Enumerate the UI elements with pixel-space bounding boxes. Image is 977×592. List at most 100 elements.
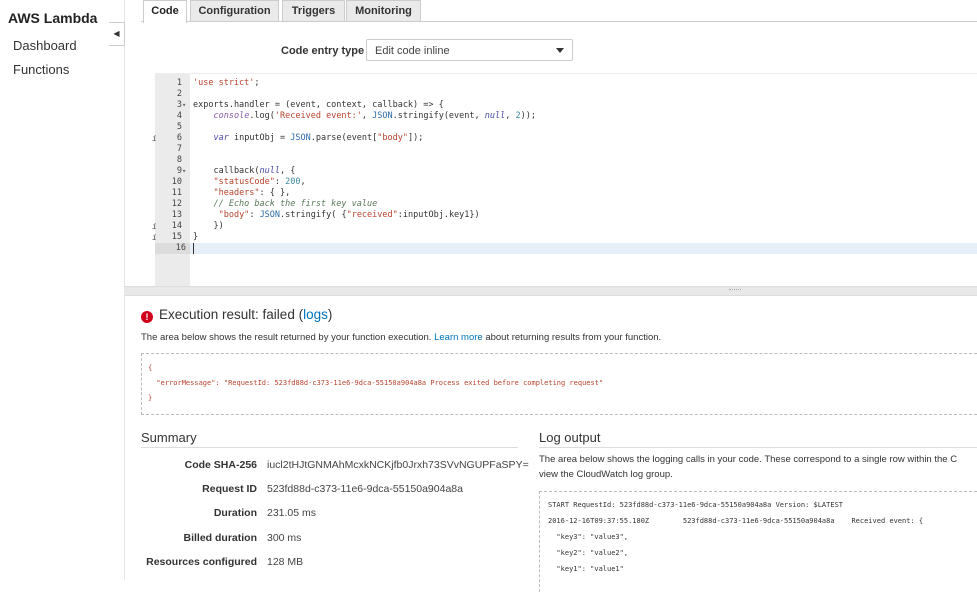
code-line: 2 xyxy=(155,89,977,100)
execution-results: ! Execution result: failed (logs) The are… xyxy=(141,298,977,592)
line-number: 2 xyxy=(176,89,182,99)
summary-value: 523fd88d-c373-11e6-9dca-55150a904a8a xyxy=(267,483,463,495)
code-line: 6 i var inputObj = JSON.parse(event["body… xyxy=(152,133,977,144)
brand-title: AWS Lambda xyxy=(8,10,98,26)
tab-monitoring[interactable]: Monitoring xyxy=(346,0,421,21)
code-line: 13 "body": JSON.stringify( {"received":i… xyxy=(155,210,977,221)
code-text: exports.handler = (event, context, callb… xyxy=(193,100,444,110)
line-number: 7 xyxy=(176,144,182,154)
code-line: 7 xyxy=(155,144,977,155)
chevron-down-icon xyxy=(556,48,564,53)
code-text: }) xyxy=(193,221,224,231)
fold-toggle-icon[interactable]: ▾ xyxy=(182,166,186,177)
line-number: 11 xyxy=(171,188,182,198)
code-text: } xyxy=(193,232,199,242)
line-number: 16 xyxy=(155,243,190,254)
code-text: "body": JSON.stringify( {"received":inpu… xyxy=(218,210,480,220)
text-cursor xyxy=(193,243,194,254)
execution-description: The area below shows the result returned… xyxy=(141,332,661,343)
code-editor[interactable]: 1'use strict'; 2 3 ▾ exports.handler = (even… xyxy=(152,73,977,287)
code-entry-type-select[interactable]: Edit code inline xyxy=(366,39,573,61)
code-text: 'use strict'; xyxy=(193,78,260,88)
info-icon[interactable]: i xyxy=(152,232,157,243)
log-line: "key1": "value1" xyxy=(548,565,624,573)
line-number: 13 xyxy=(171,210,182,220)
summary-key: Resources configured xyxy=(146,556,257,568)
code-text: callback(null, { xyxy=(193,166,296,176)
execution-result-text: Execution result: failed ( xyxy=(159,307,304,322)
panel-splitter[interactable] xyxy=(124,286,977,296)
result-line: "errorMessage": "RequestId: 523fd88d-c37… xyxy=(148,379,604,387)
log-line: "key3": "value3", xyxy=(548,533,629,541)
sidebar-item-dashboard[interactable]: Dashboard xyxy=(13,38,77,53)
code-line: 1 'use strict'; xyxy=(155,78,977,89)
line-number: 5 xyxy=(176,122,182,132)
execution-desc-text-end: about returning results from your functi… xyxy=(482,332,662,343)
summary-divider xyxy=(141,447,518,448)
result-line: { xyxy=(148,364,153,372)
line-number: 9 xyxy=(176,166,182,176)
summary-key: Request ID xyxy=(202,483,257,495)
code-text: "headers": { }, xyxy=(213,188,291,198)
log-line: "key2": "value2", xyxy=(548,549,629,557)
summary-key: Code SHA-256 xyxy=(184,459,257,471)
logs-link[interactable]: logs xyxy=(303,307,328,322)
line-number: 15 xyxy=(171,232,182,242)
code-line: 12 // Echo back the first key value xyxy=(155,199,977,210)
code-text: "statusCode": 200, xyxy=(213,177,306,187)
code-entry-type-value: Edit code inline xyxy=(375,45,450,57)
log-line: START RequestId: 523fd88d-c373-11e6-9dca… xyxy=(548,501,844,509)
execution-desc-text: The area below shows the result returned… xyxy=(141,332,435,343)
line-number: 14 xyxy=(171,221,182,231)
result-line: } xyxy=(148,394,153,402)
fold-toggle-icon[interactable]: ▾ xyxy=(182,100,186,111)
code-line: 16 xyxy=(155,243,977,254)
log-output-description: The area below shows the logging calls i… xyxy=(539,452,977,482)
summary-value: 300 ms xyxy=(267,532,302,544)
code-line: 3 ▾ exports.handler = (event, context, cal… xyxy=(155,100,977,111)
execution-result-title: ! Execution result: failed (logs) xyxy=(141,307,332,323)
code-line: 4 console.log('Received event:', JSON.st… xyxy=(155,111,977,122)
execution-result-paren: ) xyxy=(327,307,333,322)
code-line: 10 "statusCode": 200, xyxy=(155,177,977,188)
code-text: // Echo back the first key value xyxy=(193,199,378,209)
code-text: console.log('Received event:', JSON.stri… xyxy=(213,111,536,121)
execution-result-output: { "errorMessage": "RequestId: 523fd88d-c… xyxy=(141,353,977,415)
info-icon[interactable]: i xyxy=(152,221,157,232)
summary-title: Summary xyxy=(141,430,197,445)
summary-key: Duration xyxy=(213,507,257,519)
summary-key: Billed duration xyxy=(183,532,258,544)
code-line: 11 "headers": { }, xyxy=(155,188,977,199)
collapse-sidebar-icon[interactable]: ◀ xyxy=(109,22,125,46)
code-line: 8 xyxy=(155,155,977,166)
code-line: 5 xyxy=(155,122,977,133)
log-output-divider xyxy=(539,447,977,448)
code-line: 9 ▾ callback(null, { xyxy=(155,166,977,177)
line-number: 1 xyxy=(176,78,182,88)
tab-configuration[interactable]: Configuration xyxy=(190,0,279,21)
error-icon: ! xyxy=(141,311,153,323)
code-line: 14 i }) xyxy=(152,221,977,232)
line-number: 10 xyxy=(171,177,182,187)
line-number: 4 xyxy=(176,111,182,121)
code-line: 15 i} xyxy=(152,232,977,243)
tab-bar: Code Configuration Triggers Monitoring xyxy=(141,0,977,23)
tab-code[interactable]: Code xyxy=(143,0,187,23)
log-line: 2016-12-16T09:37:55.180Z 523fd88d-c373-1… xyxy=(548,517,924,525)
log-output-box: START RequestId: 523fd88d-c373-11e6-9dca… xyxy=(539,491,977,592)
line-number: 6 xyxy=(176,133,182,143)
summary-value: 231.05 ms xyxy=(267,507,317,519)
line-number: 12 xyxy=(171,199,182,209)
log-desc-line: view the CloudWatch log group. xyxy=(539,469,673,480)
code-text: var inputObj = JSON.parse(event["body"])… xyxy=(213,133,424,143)
log-desc-line: The area below shows the logging calls i… xyxy=(539,454,958,465)
sidebar-item-functions[interactable]: Functions xyxy=(13,62,69,77)
info-icon[interactable]: i xyxy=(152,133,157,144)
code-entry-type-label: Code entry type xyxy=(281,45,365,57)
summary-value: 128 MB xyxy=(267,556,304,568)
line-number: 3 xyxy=(176,100,182,110)
log-output-title: Log output xyxy=(539,430,601,445)
tab-triggers[interactable]: Triggers xyxy=(282,0,345,21)
sidebar: AWS Lambda Dashboard Functions ◀ xyxy=(0,0,125,580)
learn-more-link[interactable]: Learn more xyxy=(434,332,483,343)
